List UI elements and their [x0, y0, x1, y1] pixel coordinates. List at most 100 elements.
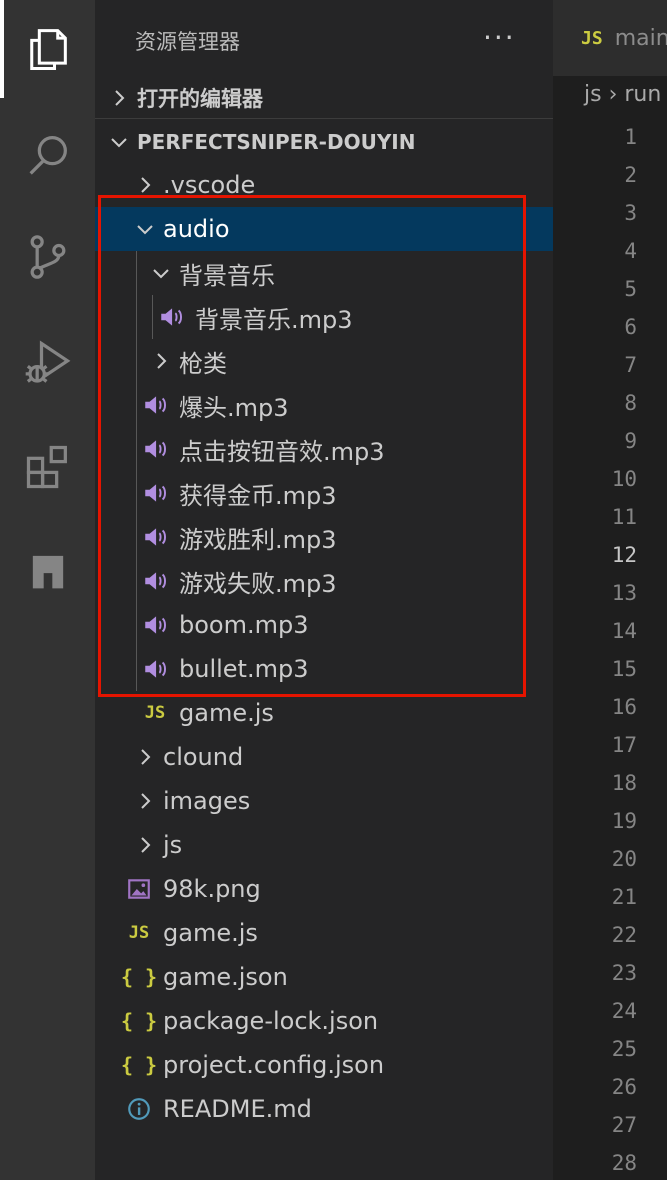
audio-file-icon: [141, 567, 169, 595]
file-label: game.js: [163, 919, 258, 947]
tree-folder-audio[interactable]: audio: [95, 207, 553, 251]
open-editors-section[interactable]: 打开的编辑器: [95, 78, 553, 118]
tree-file-headshot[interactable]: 爆头.mp3: [95, 383, 553, 427]
image-file-icon: [125, 875, 153, 903]
explorer-icon[interactable]: [0, 4, 95, 94]
tree-file-98k-png[interactable]: 98k.png: [95, 867, 553, 911]
more-actions-icon[interactable]: ···: [483, 24, 516, 52]
line-number: 24: [611, 999, 637, 1023]
breadcrumb[interactable]: js › run: [584, 82, 661, 107]
tree-file-package-lock[interactable]: { } package-lock.json: [95, 999, 553, 1043]
run-debug-icon[interactable]: [0, 318, 95, 408]
chevron-right-icon: [149, 349, 173, 373]
js-file-icon: JS: [581, 27, 603, 49]
folder-label: 背景音乐: [179, 261, 275, 290]
extensions-icon[interactable]: [0, 422, 95, 512]
folder-label: js: [163, 831, 183, 859]
tree-file-audio-game-js[interactable]: JS game.js: [95, 691, 553, 735]
tree-file-readme[interactable]: README.md: [95, 1087, 553, 1131]
file-label: 98k.png: [163, 875, 261, 903]
tree-folder-vscode[interactable]: .vscode: [95, 163, 553, 207]
folder-label: .vscode: [163, 171, 256, 199]
tree-file-game-js[interactable]: JS game.js: [95, 911, 553, 955]
section-divider: [95, 118, 553, 119]
line-number: 8: [624, 391, 637, 415]
line-number: 12: [611, 543, 637, 567]
tree-file-bgm-mp3[interactable]: 背景音乐.mp3: [95, 295, 553, 339]
chevron-right-icon: [133, 789, 157, 813]
line-number: 15: [611, 657, 637, 681]
project-section[interactable]: PERFECTSNIPER-DOUYIN: [95, 122, 553, 162]
tree-file-game-json[interactable]: { } game.json: [95, 955, 553, 999]
project-label: PERFECTSNIPER-DOUYIN: [137, 130, 416, 154]
file-label: 点击按钮音效.mp3: [179, 437, 385, 466]
file-label: 游戏胜利.mp3: [179, 525, 337, 554]
line-number-gutter: 1 2 3 4 5 6 7 8 9 10 11 12 13 14 15 16 17 18 19 20 21 22 23 24 2…: [553, 118, 637, 1180]
file-label: 游戏失败.mp3: [179, 569, 337, 598]
line-number: 18: [611, 771, 637, 795]
line-number: 14: [611, 619, 637, 643]
tree-file-click[interactable]: 点击按钮音效.mp3: [95, 427, 553, 471]
tree-folder-images[interactable]: images: [95, 779, 553, 823]
search-icon[interactable]: [0, 110, 95, 200]
line-number: 25: [611, 1037, 637, 1061]
tree-folder-bgm[interactable]: 背景音乐: [95, 251, 553, 295]
tree-file-win[interactable]: 游戏胜利.mp3: [95, 515, 553, 559]
audio-file-icon: [141, 611, 169, 639]
line-number: 7: [624, 353, 637, 377]
audio-file-icon: [141, 479, 169, 507]
sidebar-header: 资源管理器 ···: [95, 0, 553, 82]
line-number: 21: [611, 885, 637, 909]
audio-file-icon: [141, 523, 169, 551]
tab-bar: JS main: [553, 0, 667, 76]
explorer-sidebar: 资源管理器 ··· 打开的编辑器 PERFECTSNIPER-DOUYIN .v…: [95, 0, 553, 1180]
activity-bar: [0, 0, 95, 1180]
file-label: bullet.mp3: [179, 655, 309, 683]
line-number: 9: [624, 429, 637, 453]
editor-area: JS main js › run 1 2 3 4 5 6 7 8 9 10 11 12 13 14 15 16…: [553, 0, 667, 1180]
folder-label: clound: [163, 743, 244, 771]
audio-file-icon: [141, 655, 169, 683]
json-file-icon: { }: [120, 965, 158, 989]
file-label: project.config.json: [163, 1051, 385, 1079]
line-number: 22: [611, 923, 637, 947]
file-label: 背景音乐.mp3: [195, 305, 353, 334]
sidebar-title: 资源管理器: [135, 30, 240, 54]
folder-label: audio: [163, 215, 230, 243]
audio-file-icon: [141, 435, 169, 463]
line-number: 16: [611, 695, 637, 719]
line-number: 3: [624, 201, 637, 225]
folder-label: 枪类: [179, 349, 227, 378]
tree-file-boom[interactable]: boom.mp3: [95, 603, 553, 647]
tree-file-lose[interactable]: 游戏失败.mp3: [95, 559, 553, 603]
line-number: 13: [611, 581, 637, 605]
chevron-right-icon: [133, 173, 157, 197]
line-number: 27: [611, 1113, 637, 1137]
file-label: boom.mp3: [179, 611, 309, 639]
line-number: 6: [624, 315, 637, 339]
chevron-down-icon: [107, 130, 131, 154]
chevron-down-icon: [149, 261, 173, 285]
file-label: 爆头.mp3: [179, 393, 289, 422]
tree-file-project-config[interactable]: { } project.config.json: [95, 1043, 553, 1087]
tree-folder-clound[interactable]: clound: [95, 735, 553, 779]
line-number: 10: [611, 467, 637, 491]
remote-explorer-icon[interactable]: [0, 526, 95, 616]
folder-label: images: [163, 787, 251, 815]
line-number: 4: [624, 239, 637, 263]
tree-file-bullet[interactable]: bullet.mp3: [95, 647, 553, 691]
source-control-icon[interactable]: [0, 212, 95, 302]
line-number: 17: [611, 733, 637, 757]
file-label: README.md: [163, 1095, 312, 1123]
line-number: 19: [611, 809, 637, 833]
open-editors-label: 打开的编辑器: [137, 87, 263, 111]
line-number: 2: [624, 163, 637, 187]
editor-tab[interactable]: JS main: [553, 0, 667, 76]
tree-file-coin[interactable]: 获得金币.mp3: [95, 471, 553, 515]
tree-folder-guns[interactable]: 枪类: [95, 339, 553, 383]
chevron-right-icon: [133, 745, 157, 769]
tree-folder-js[interactable]: js: [95, 823, 553, 867]
chevron-right-icon: [107, 86, 131, 110]
json-file-icon: { }: [120, 1053, 158, 1077]
line-number: 5: [624, 277, 637, 301]
